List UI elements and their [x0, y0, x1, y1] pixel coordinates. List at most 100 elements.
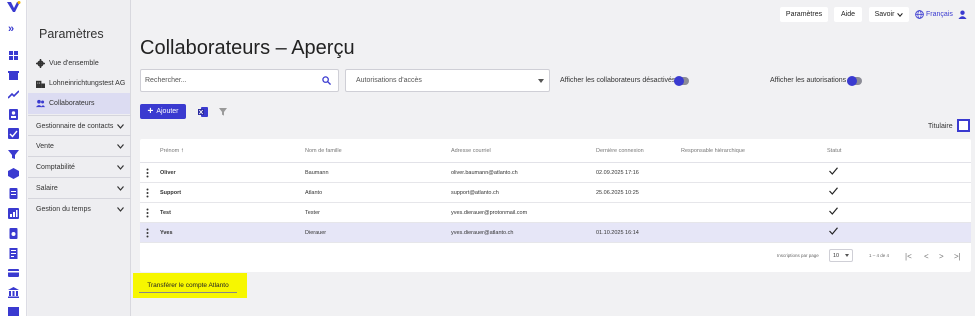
- settings-button[interactable]: Paramètres: [780, 7, 828, 22]
- per-page-value: 10: [833, 253, 840, 259]
- permissions-select[interactable]: Autorisations d'accès: [345, 69, 550, 92]
- filter-icon[interactable]: [219, 108, 227, 116]
- language-selector[interactable]: Français: [915, 10, 953, 19]
- pagination-range: 1 – 4 de 4: [869, 253, 890, 258]
- table-row[interactable]: Test Tester yves.dierauer@protonmail.com: [140, 203, 971, 223]
- sidebar-group-label: Gestion du temps: [36, 205, 91, 213]
- sidebar-item-label: Vue d'ensemble: [49, 59, 99, 67]
- contacts-icon[interactable]: [8, 109, 19, 120]
- column-header-manager[interactable]: Responsable hiérarchique: [681, 148, 745, 154]
- column-header-email[interactable]: Adresse courriel: [451, 148, 491, 154]
- language-label: Français: [926, 11, 953, 18]
- filter-icon[interactable]: [8, 149, 19, 160]
- titulaire-checkbox[interactable]: [957, 119, 970, 132]
- toggle-knob: [674, 76, 684, 86]
- icon-rail: »: [0, 0, 27, 316]
- sidebar-item-label: Lohneinrichtungstest AG: [49, 79, 126, 87]
- cell-lastname: Dierauer: [305, 230, 327, 236]
- sidebar-item-collaborateurs[interactable]: Collaborateurs: [28, 93, 130, 114]
- company-icon: [36, 80, 45, 88]
- sidebar-group-comptabilite[interactable]: Comptabilité: [28, 156, 131, 177]
- per-page-select[interactable]: 10: [829, 249, 853, 262]
- knowledge-menu-button[interactable]: Savoir: [869, 7, 909, 22]
- expand-icon[interactable]: »: [8, 24, 14, 35]
- bank-icon[interactable]: [8, 287, 19, 298]
- table-row[interactable]: Yves Dierauer yves.dierauer@atlanto.ch 0…: [140, 223, 971, 243]
- toggle-permissions[interactable]: [847, 76, 862, 86]
- cell-last-login: 25.06.2025 10:25: [596, 190, 639, 196]
- chevron-down-icon: [897, 12, 904, 17]
- next-page-icon[interactable]: >: [939, 252, 944, 261]
- shop-icon[interactable]: [8, 70, 19, 81]
- user-icon[interactable]: [958, 10, 967, 19]
- transfer-account-button[interactable]: Transférer le compte Atlanto: [139, 279, 237, 293]
- tasks-icon[interactable]: [8, 128, 19, 139]
- status-check-icon: [829, 187, 838, 195]
- sidebar-group-temps[interactable]: Gestion du temps: [28, 198, 131, 219]
- add-button[interactable]: + Ajouter: [140, 104, 186, 119]
- cell-firstname: Support: [160, 190, 182, 196]
- first-page-icon[interactable]: |<: [905, 252, 912, 261]
- last-page-icon[interactable]: >|: [954, 252, 961, 261]
- titulaire-label: Titulaire: [928, 123, 953, 130]
- more-options-icon[interactable]: [146, 228, 149, 238]
- sidebar-group-salaire[interactable]: Salaire: [28, 177, 131, 198]
- chevron-down-icon: [117, 123, 124, 129]
- more-options-icon[interactable]: [146, 208, 149, 218]
- tag-icon[interactable]: [8, 306, 19, 316]
- add-button-label: Ajouter: [156, 108, 179, 115]
- document-icon[interactable]: [8, 188, 19, 199]
- receipt-icon[interactable]: [8, 248, 19, 259]
- cell-lastname: Tester: [305, 210, 320, 216]
- column-header-status[interactable]: Statut: [827, 148, 841, 154]
- trend-icon[interactable]: [8, 89, 19, 100]
- toggle-permissions-label: Afficher les autorisations: [770, 77, 847, 84]
- toggle-knob: [847, 76, 857, 86]
- column-header-lastname[interactable]: Nom de famille: [305, 148, 342, 154]
- column-header-last-login[interactable]: Dernière connexion: [596, 148, 644, 154]
- sort-asc-icon: ↑: [180, 148, 184, 154]
- plus-icon: +: [147, 106, 154, 117]
- chart-icon[interactable]: [8, 208, 19, 219]
- sidebar-title: Paramètres: [39, 27, 104, 41]
- more-options-icon[interactable]: [146, 188, 149, 198]
- sidebar-group-label: Vente: [36, 142, 54, 150]
- sidebar-item-company[interactable]: Lohneinrichtungstest AG: [36, 74, 125, 92]
- more-options-icon[interactable]: [146, 168, 149, 178]
- invoice-icon[interactable]: [8, 228, 19, 239]
- status-check-icon: [829, 227, 838, 235]
- logo-icon[interactable]: [6, 1, 21, 13]
- cell-firstname: Yves: [160, 230, 173, 236]
- prev-page-icon[interactable]: <: [924, 252, 929, 261]
- box-icon[interactable]: [8, 168, 19, 179]
- sidebar-group-vente[interactable]: Vente: [28, 135, 131, 156]
- gear-icon: [36, 58, 45, 68]
- chevron-down-icon: [117, 143, 124, 149]
- table-header: Prénom ↑ Nom de famille Adresse courriel…: [140, 139, 971, 163]
- toggle-deactivated[interactable]: [674, 76, 689, 86]
- sidebar-item-label: Collaborateurs: [49, 100, 95, 107]
- help-button[interactable]: Aide: [834, 7, 862, 22]
- search-icon[interactable]: [322, 76, 331, 85]
- card-icon[interactable]: [8, 267, 19, 278]
- permissions-select-value: Autorisations d'accès: [356, 77, 422, 84]
- excel-export-icon[interactable]: [198, 107, 208, 117]
- chevron-down-icon: [117, 185, 124, 191]
- column-header-firstname[interactable]: Prénom ↑: [160, 148, 184, 154]
- cell-firstname: Oliver: [160, 170, 176, 176]
- toggle-deactivated-label: Afficher les collaborateurs désactivés: [560, 77, 676, 84]
- cell-lastname: Atlanto: [305, 190, 323, 196]
- cell-email: yves.dierauer@atlanto.ch: [451, 230, 514, 236]
- sidebar-group-label: Salaire: [36, 184, 58, 192]
- dashboard-icon[interactable]: [8, 50, 19, 61]
- settings-sidebar: Paramètres Vue d'ensemble Lohneinrichtun…: [28, 0, 131, 316]
- table-row[interactable]: Oliver Baumann oliver.baumann@atlanto.ch…: [140, 163, 971, 183]
- table-row[interactable]: Support Atlanto support@atlanto.ch 25.06…: [140, 183, 971, 203]
- dropdown-caret-icon: [538, 79, 544, 83]
- cell-firstname: Test: [160, 210, 171, 216]
- sidebar-group-contacts[interactable]: Gestionnaire de contacts: [28, 115, 131, 136]
- dropdown-caret-icon: [845, 254, 849, 257]
- globe-icon: [915, 10, 924, 19]
- search-input[interactable]: Rechercher...: [140, 69, 339, 92]
- sidebar-item-overview[interactable]: Vue d'ensemble: [36, 54, 99, 72]
